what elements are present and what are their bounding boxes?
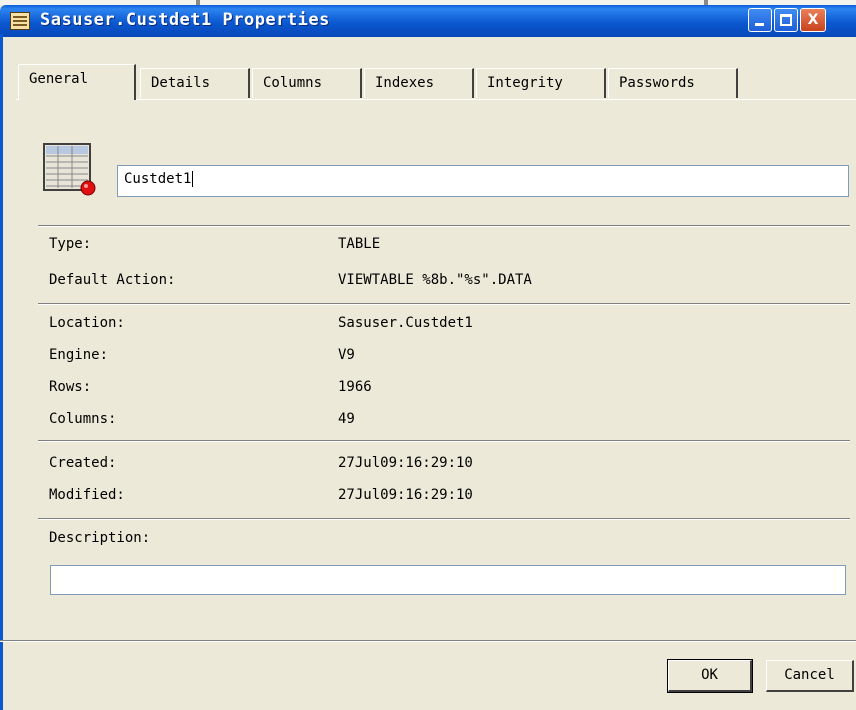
tab-passwords[interactable]: Passwords <box>608 68 738 98</box>
description-input[interactable] <box>50 565 846 595</box>
window-left-border <box>0 34 3 710</box>
created-value: 27Jul09:16:29:10 <box>338 455 473 471</box>
tab-label: Columns <box>263 75 323 91</box>
tab-general[interactable]: General <box>18 64 136 100</box>
tab-details[interactable]: Details <box>140 68 250 98</box>
type-value: TABLE <box>338 236 381 252</box>
engine-label: Engine: <box>49 347 109 363</box>
tab-label: Integrity <box>487 75 563 91</box>
cancel-button[interactable]: Cancel <box>766 660 854 692</box>
location-label: Location: <box>49 315 125 331</box>
tab-integrity[interactable]: Integrity <box>476 68 606 98</box>
created-label: Created: <box>49 455 117 471</box>
title-bar[interactable]: Sasuser.Custdet1 Properties X <box>0 5 856 37</box>
divider <box>38 303 850 305</box>
default-action-value: VIEWTABLE %8b."%s".DATA <box>338 272 532 288</box>
modified-value: 27Jul09:16:29:10 <box>338 487 473 503</box>
text-caret <box>192 171 194 187</box>
divider <box>38 225 850 227</box>
close-icon: X <box>807 12 819 28</box>
divider <box>38 518 850 520</box>
tab-label: Indexes <box>375 75 435 91</box>
maximize-icon <box>780 14 792 26</box>
minimize-button[interactable] <box>748 8 772 32</box>
tab-label: Details <box>151 75 211 91</box>
tab-label: Passwords <box>619 75 695 91</box>
close-button[interactable]: X <box>800 8 826 32</box>
description-label: Description: <box>49 530 151 546</box>
window-title: Sasuser.Custdet1 Properties <box>40 10 330 30</box>
tab-page-border <box>16 99 856 100</box>
table-name-input[interactable]: Custdet1 <box>117 165 849 197</box>
location-value: Sasuser.Custdet1 <box>338 315 473 331</box>
modified-label: Modified: <box>49 487 125 503</box>
default-action-label: Default Action: <box>49 272 176 288</box>
minimize-icon <box>755 23 764 26</box>
divider <box>38 440 850 442</box>
columns-label: Columns: <box>49 411 117 427</box>
tab-columns[interactable]: Columns <box>252 68 362 98</box>
type-label: Type: <box>49 236 92 252</box>
ok-button[interactable]: OK <box>667 659 753 693</box>
rows-label: Rows: <box>49 379 92 395</box>
columns-value: 49 <box>338 411 355 427</box>
rows-value: 1966 <box>338 379 372 395</box>
table-icon <box>43 143 96 196</box>
maximize-button[interactable] <box>774 8 798 32</box>
engine-value: V9 <box>338 347 355 363</box>
tab-indexes[interactable]: Indexes <box>364 68 474 98</box>
table-name-text: Custdet1 <box>124 171 192 187</box>
table-app-icon <box>10 12 30 30</box>
footer-divider <box>0 640 856 642</box>
tab-label: General <box>29 71 89 87</box>
